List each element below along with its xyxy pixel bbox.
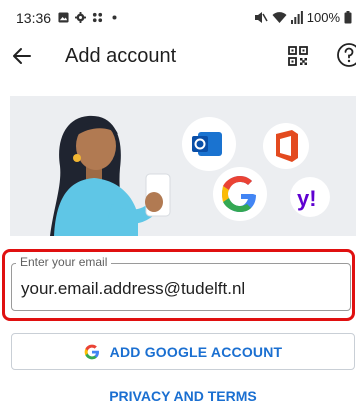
page-title: Add account bbox=[65, 45, 177, 67]
question-circle-icon[interactable] bbox=[336, 42, 356, 68]
gallery-icon bbox=[58, 12, 69, 23]
battery-icon bbox=[344, 11, 352, 24]
email-input[interactable] bbox=[21, 279, 341, 299]
settings-icon bbox=[75, 12, 86, 23]
qr-code-icon[interactable] bbox=[286, 44, 310, 68]
signal-icon bbox=[290, 11, 303, 24]
hero-illustration: y! bbox=[10, 96, 356, 236]
email-field-label: Enter your email bbox=[16, 255, 112, 269]
status-right: 100% bbox=[254, 10, 352, 25]
dot-icon bbox=[112, 15, 117, 20]
status-time: 13:36 bbox=[16, 10, 52, 26]
add-google-account-label: ADD GOOGLE ACCOUNT bbox=[109, 343, 283, 360]
google-logo bbox=[213, 167, 267, 221]
battery-percent: 100% bbox=[306, 10, 340, 25]
google-g-icon bbox=[84, 344, 99, 359]
status-bar: 13:36 100% bbox=[0, 0, 356, 34]
arrow-left-icon[interactable] bbox=[8, 42, 36, 70]
privacy-and-terms-link[interactable]: PRIVACY AND TERMS bbox=[0, 388, 356, 404]
email-field[interactable]: Enter your email bbox=[11, 255, 351, 311]
app-bar: Add account bbox=[0, 34, 356, 80]
add-google-account-button[interactable]: ADD GOOGLE ACCOUNT bbox=[11, 333, 355, 370]
mute-icon bbox=[254, 12, 268, 23]
status-icons-left bbox=[58, 12, 120, 23]
person-holding-phone-illustration: y! bbox=[50, 115, 330, 236]
apps-icon bbox=[92, 12, 103, 23]
svg-text:y!: y! bbox=[297, 186, 317, 211]
wifi-icon bbox=[272, 12, 287, 23]
